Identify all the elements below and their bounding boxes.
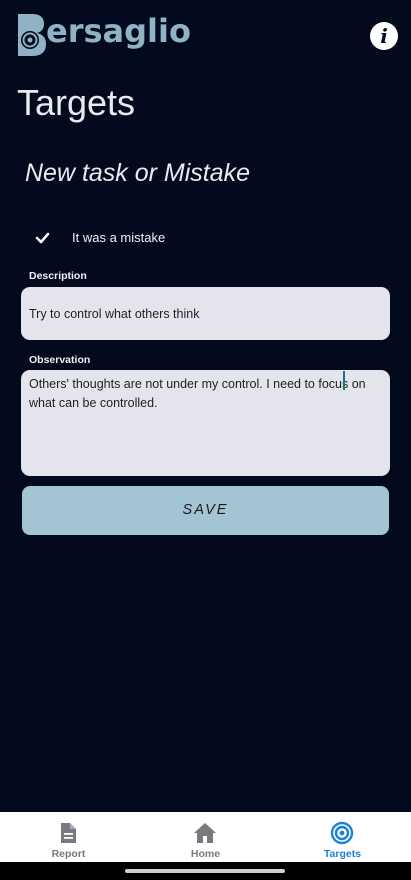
logo-wordmark: ersaglio xyxy=(46,12,191,50)
nav-label-home: Home xyxy=(190,848,221,860)
bersaglio-logo: ersaglio xyxy=(16,12,196,60)
nav-label-report: Report xyxy=(51,848,86,860)
info-button[interactable]: i xyxy=(370,22,398,50)
target-icon xyxy=(330,821,354,845)
save-button[interactable]: SAVE xyxy=(22,486,389,535)
page-title: Targets xyxy=(17,82,136,123)
form-title: New task or Mistake xyxy=(25,159,251,187)
gesture-handle[interactable] xyxy=(125,869,285,873)
nav-item-home[interactable]: Home xyxy=(137,812,274,862)
mistake-checkbox-label: It was a mistake xyxy=(72,230,166,245)
nav-item-report[interactable]: Report xyxy=(0,812,137,862)
nav-item-targets[interactable]: Targets xyxy=(274,812,411,862)
description-input[interactable]: Try to control what others think xyxy=(21,287,390,340)
home-icon xyxy=(194,823,216,843)
description-label: Description xyxy=(29,270,87,282)
bottom-navigation: Report Home Targets xyxy=(0,812,411,862)
report-document-icon xyxy=(61,823,76,843)
nav-label-targets: Targets xyxy=(323,848,362,860)
check-icon xyxy=(35,232,50,244)
system-gesture-bar xyxy=(0,862,411,880)
observation-label: Observation xyxy=(29,354,91,366)
observation-textarea[interactable]: Others' thoughts are not under my contro… xyxy=(21,370,390,476)
text-cursor xyxy=(343,371,345,390)
logo-target-b-icon xyxy=(18,14,46,56)
app-header: ersaglio i xyxy=(0,0,411,70)
